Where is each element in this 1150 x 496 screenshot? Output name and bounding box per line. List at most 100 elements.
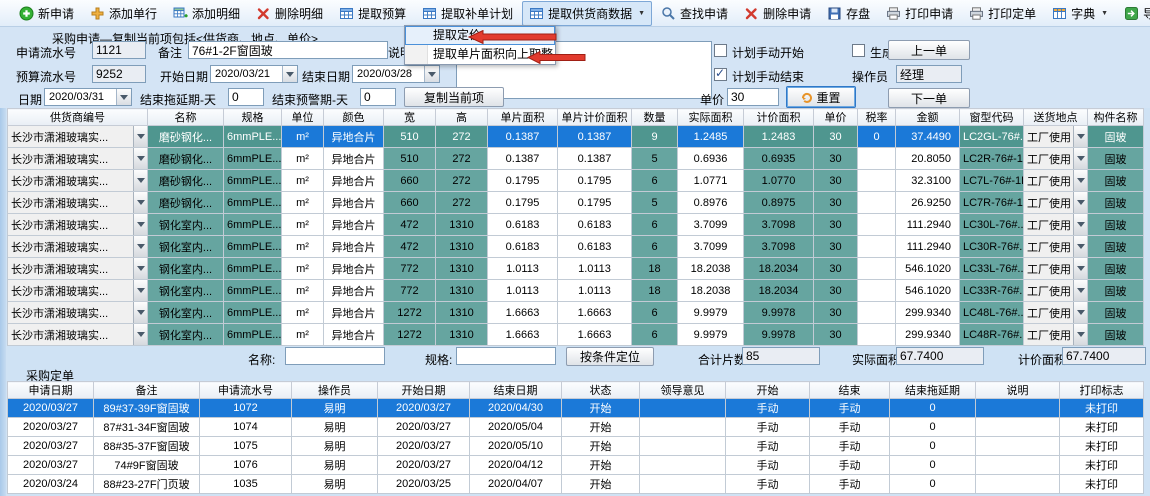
filter-spec-input[interactable] [456, 347, 556, 365]
chevron-down-icon[interactable] [282, 66, 297, 82]
toolbar-button-14[interactable]: 导入数据 [1117, 1, 1150, 26]
toolbar-button-12[interactable]: 打印定单 [962, 1, 1043, 26]
chevron-down-icon[interactable] [133, 214, 147, 235]
table-row[interactable]: 2020/03/2787#31-34F窗固玻1074易明2020/03/2720… [8, 418, 1144, 437]
cell-combo[interactable]: 长沙市潇湘玻璃实... [8, 170, 148, 192]
chevron-down-icon[interactable] [133, 236, 147, 257]
serial-input[interactable] [92, 41, 146, 59]
table-row[interactable]: 长沙市潇湘玻璃实...钢化室内...6mmPLE...m²异地合片7721310… [8, 258, 1144, 280]
cell-combo[interactable]: 工厂使用 [1024, 214, 1088, 236]
cell-combo[interactable]: 工厂使用 [1024, 236, 1088, 258]
chevron-down-icon[interactable] [1073, 148, 1087, 169]
chevron-down-icon[interactable] [116, 89, 131, 105]
plan-manual-end-checkbox[interactable] [714, 68, 727, 81]
chevron-down-icon[interactable] [133, 258, 147, 279]
table-row[interactable]: 2020/03/2488#23-27F门页玻1035易明2020/03/2520… [8, 475, 1144, 494]
toolbar-button-9[interactable]: 删除申请 [737, 1, 818, 26]
cell-combo[interactable]: 工厂使用 [1024, 302, 1088, 324]
chevron-down-icon[interactable] [133, 302, 147, 323]
chevron-down-icon[interactable] [133, 324, 147, 345]
start-date-combo[interactable]: 2020/03/21 [210, 65, 298, 83]
toolbar-button-5[interactable]: 提取预算 [332, 1, 413, 26]
cell-combo[interactable]: 长沙市潇湘玻璃实... [8, 214, 148, 236]
cell: 546.1020 [896, 258, 960, 280]
chevron-down-icon[interactable] [133, 170, 147, 191]
search-icon [661, 6, 676, 21]
chevron-down-icon[interactable] [1073, 192, 1087, 213]
chevron-down-icon[interactable] [1073, 302, 1087, 323]
cell-combo[interactable]: 长沙市潇湘玻璃实... [8, 258, 148, 280]
locate-by-condition-button[interactable]: 按条件定位 [566, 347, 654, 366]
chevron-down-icon[interactable] [1073, 170, 1087, 191]
chevron-down-icon[interactable] [133, 192, 147, 213]
end-date-combo[interactable]: 2020/03/28 [352, 65, 440, 83]
table-row[interactable]: 2020/03/2789#37-39F窗固玻1072易明2020/03/2720… [8, 399, 1144, 418]
generate-order-checkbox[interactable] [852, 44, 865, 57]
plan-manual-start-checkbox[interactable] [714, 44, 727, 57]
toolbar-button-4[interactable]: 删除明细 [249, 1, 330, 26]
chevron-down-icon[interactable]: ▼ [1101, 10, 1108, 17]
toolbar-button-11[interactable]: 打印申请 [879, 1, 960, 26]
copy-current-button[interactable]: 复制当前项 [404, 87, 504, 107]
delay-days-input[interactable] [228, 88, 264, 106]
cell-combo[interactable]: 长沙市潇湘玻璃实... [8, 236, 148, 258]
warn-days-input[interactable] [360, 88, 396, 106]
operator-input[interactable] [896, 65, 962, 83]
chevron-down-icon[interactable] [1073, 126, 1087, 147]
previous-order-button[interactable]: 上一单 [888, 40, 970, 60]
table-row[interactable]: 长沙市潇湘玻璃实...钢化室内...6mmPLE...m²异地合片4721310… [8, 236, 1144, 258]
table-row[interactable]: 长沙市潇湘玻璃实...钢化室内...6mmPLE...m²异地合片4721310… [8, 214, 1144, 236]
remark-input[interactable] [188, 41, 388, 59]
toolbar-button-13[interactable]: 字典 ▼ [1045, 1, 1115, 26]
table-row[interactable]: 长沙市潇湘玻璃实...钢化室内...6mmPLE...m²异地合片1272131… [8, 324, 1144, 346]
chevron-down-icon[interactable] [1073, 280, 1087, 301]
cell-combo[interactable]: 工厂使用 [1024, 258, 1088, 280]
cell-combo[interactable]: 长沙市潇湘玻璃实... [8, 148, 148, 170]
budget-input[interactable] [92, 65, 146, 83]
table-row[interactable]: 长沙市潇湘玻璃实...钢化室内...6mmPLE...m²异地合片7721310… [8, 280, 1144, 302]
toolbar-button-2[interactable]: 添加单行 [83, 1, 164, 26]
table-row[interactable]: 长沙市潇湘玻璃实...磨砂钢化...6mmPLE...m²异地合片5102720… [8, 126, 1144, 148]
toolbar-button-7[interactable]: 提取供货商数据▼ [522, 1, 652, 26]
cell-combo[interactable]: 工厂使用 [1024, 126, 1088, 148]
table-row[interactable]: 2020/03/2788#35-37F窗固玻1075易明2020/03/2720… [8, 437, 1144, 456]
chevron-down-icon[interactable] [424, 66, 439, 82]
cell-combo[interactable]: 长沙市潇湘玻璃实... [8, 302, 148, 324]
date-combo[interactable]: 2020/03/31 [44, 88, 132, 106]
table-row[interactable]: 2020/03/2774#9F窗固玻1076易明2020/03/272020/0… [8, 456, 1144, 475]
toolbar-button-10[interactable]: 存盘 [820, 1, 877, 26]
next-order-button[interactable]: 下一单 [888, 88, 970, 108]
table-row[interactable]: 长沙市潇湘玻璃实...磨砂钢化...6mmPLE...m²异地合片6602720… [8, 192, 1144, 214]
table-row[interactable]: 长沙市潇湘玻璃实...磨砂钢化...6mmPLE...m²异地合片6602720… [8, 170, 1144, 192]
toolbar-button-8[interactable]: 查找申请 [654, 1, 735, 26]
chevron-down-icon[interactable] [133, 126, 147, 147]
cell-combo[interactable]: 工厂使用 [1024, 148, 1088, 170]
cell-combo[interactable]: 工厂使用 [1024, 280, 1088, 302]
chevron-down-icon[interactable]: ▼ [638, 10, 645, 17]
column-header: 结束日期 [470, 382, 562, 399]
chevron-down-icon[interactable] [1073, 258, 1087, 279]
toolbar-button-label: 字典 [1071, 5, 1095, 22]
chevron-down-icon[interactable] [133, 148, 147, 169]
toolbar-button-6[interactable]: 提取补单计划 [415, 1, 520, 26]
reset-button[interactable]: 重置 [786, 86, 856, 108]
filter-name-input[interactable] [285, 347, 385, 365]
table-row[interactable]: 长沙市潇湘玻璃实...磨砂钢化...6mmPLE...m²异地合片5102720… [8, 148, 1144, 170]
cell-combo[interactable]: 工厂使用 [1024, 324, 1088, 346]
chevron-down-icon[interactable] [1073, 236, 1087, 257]
chevron-down-icon[interactable] [133, 280, 147, 301]
cell-combo[interactable]: 工厂使用 [1024, 192, 1088, 214]
chevron-down-icon[interactable] [1073, 324, 1087, 345]
toolbar-button-3[interactable]: 添加明细 [166, 1, 247, 26]
unit-price-input[interactable] [727, 88, 779, 106]
cell-combo[interactable]: 长沙市潇湘玻璃实... [8, 324, 148, 346]
cell-combo[interactable]: 长沙市潇湘玻璃实... [8, 126, 148, 148]
toolbar-button-1[interactable]: 新申请 [12, 1, 81, 26]
cell-combo[interactable]: 长沙市潇湘玻璃实... [8, 192, 148, 214]
chevron-down-icon[interactable] [1073, 214, 1087, 235]
cell-combo[interactable]: 工厂使用 [1024, 170, 1088, 192]
cell-combo[interactable]: 长沙市潇湘玻璃实... [8, 280, 148, 302]
cell: m² [282, 302, 324, 324]
table-row[interactable]: 长沙市潇湘玻璃实...钢化室内...6mmPLE...m²异地合片1272131… [8, 302, 1144, 324]
cell: 1310 [436, 258, 488, 280]
